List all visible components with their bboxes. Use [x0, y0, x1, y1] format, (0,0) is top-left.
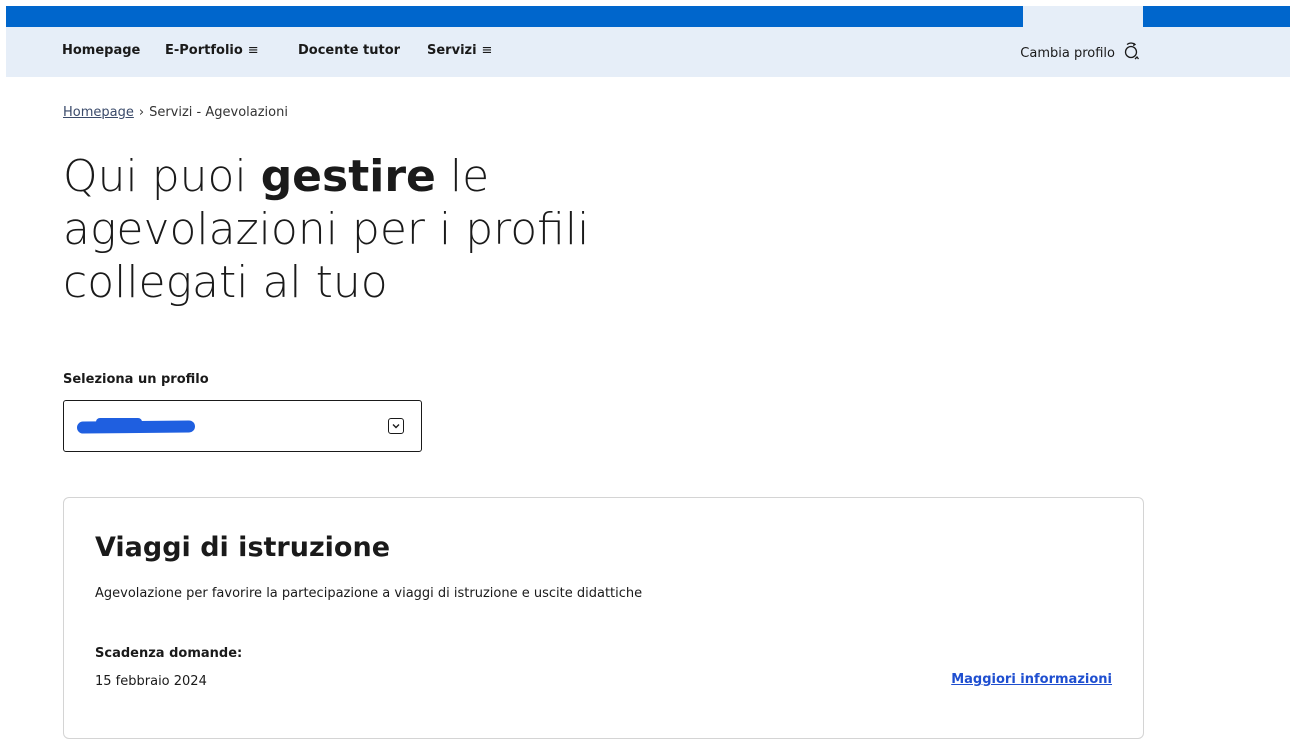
- benefit-card-title: Viaggi di istruzione: [95, 532, 391, 563]
- profile-select[interactable]: [63, 400, 422, 452]
- top-bar-active-tab: [1023, 6, 1143, 27]
- switch-profile-icon: [1121, 41, 1141, 65]
- hamburger-icon: ≡: [247, 43, 259, 58]
- main-navigation: Homepage E-Portfolio ≡ Docente tutor Serv…: [6, 27, 1290, 77]
- nav-item-label: Homepage: [62, 43, 141, 58]
- switch-profile-button[interactable]: Cambia profilo: [1020, 41, 1141, 65]
- breadcrumb-separator: ›: [138, 105, 145, 120]
- breadcrumb-link-homepage[interactable]: Homepage: [63, 105, 134, 120]
- breadcrumb-current: Servizi - Agevolazioni: [149, 105, 288, 120]
- nav-item-label: Servizi: [427, 43, 477, 58]
- page-title-prefix: Qui puoi: [63, 151, 261, 202]
- nav-item-servizi[interactable]: Servizi ≡: [427, 43, 492, 58]
- benefit-card: Viaggi di istruzione Agevolazione per fa…: [63, 497, 1144, 739]
- page-title-emphasis: gestire: [260, 151, 436, 202]
- top-brand-bar: [6, 6, 1290, 27]
- breadcrumb: Homepage › Servizi - Agevolazioni: [63, 105, 288, 120]
- benefit-card-description: Agevolazione per favorire la partecipazi…: [95, 586, 643, 601]
- nav-item-label: Docente tutor: [298, 43, 401, 58]
- switch-profile-label: Cambia profilo: [1020, 45, 1115, 61]
- page-title: Qui puoi gestire le agevolazioni per i p…: [63, 150, 683, 309]
- nav-item-e-portfolio[interactable]: E-Portfolio ≡: [165, 43, 259, 58]
- redacted-profile-value-mark: [96, 418, 142, 426]
- nav-item-label: E-Portfolio: [165, 43, 243, 58]
- more-info-link[interactable]: Maggiori informazioni: [951, 672, 1112, 687]
- deadline-value: 15 febbraio 2024: [95, 674, 207, 689]
- deadline-label: Scadenza domande:: [95, 646, 243, 661]
- hamburger-icon: ≡: [481, 43, 493, 58]
- chevron-down-icon: [388, 418, 404, 434]
- nav-item-docente-tutor[interactable]: Docente tutor: [298, 43, 400, 58]
- nav-item-homepage[interactable]: Homepage: [62, 43, 140, 58]
- profile-select-label: Seleziona un profilo: [63, 372, 209, 387]
